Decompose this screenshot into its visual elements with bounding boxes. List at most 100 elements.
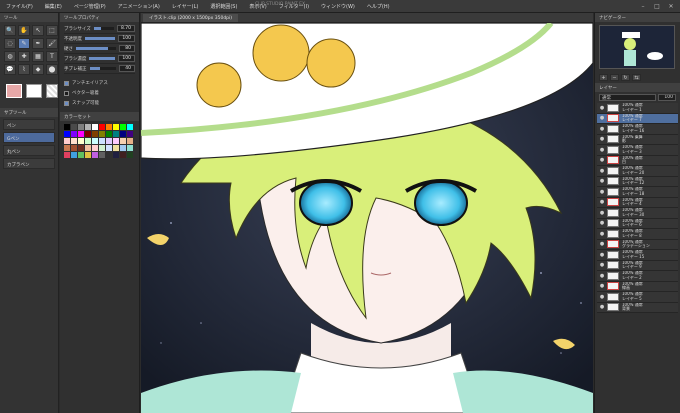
visibility-eye-icon[interactable]: ● bbox=[599, 178, 605, 184]
property-slider[interactable] bbox=[76, 47, 116, 50]
layer-row[interactable]: ● 100% 通常 レイヤー 15 bbox=[597, 250, 678, 261]
close-icon[interactable]: ✕ bbox=[666, 2, 676, 10]
property-value[interactable]: 8.70 bbox=[116, 25, 135, 32]
color-swatch[interactable] bbox=[71, 131, 77, 137]
menu-item[interactable]: ページ管理(P) bbox=[68, 3, 112, 10]
tool-button[interactable]: ✚ bbox=[18, 51, 30, 62]
color-swatch[interactable] bbox=[113, 152, 119, 158]
tool-button[interactable]: ▦ bbox=[32, 51, 44, 62]
color-swatch[interactable] bbox=[106, 138, 112, 144]
color-swatch[interactable] bbox=[92, 124, 98, 130]
color-swatch[interactable] bbox=[127, 138, 133, 144]
tool-button[interactable]: 🖌 bbox=[46, 38, 58, 49]
subtool-item[interactable]: Gペン bbox=[3, 132, 55, 143]
tool-button[interactable]: ◆ bbox=[32, 64, 44, 75]
checkbox-icon[interactable] bbox=[64, 90, 69, 96]
color-swatch[interactable] bbox=[113, 131, 119, 137]
tool-button[interactable]: ◍ bbox=[4, 51, 16, 62]
color-swatch[interactable] bbox=[85, 138, 91, 144]
tool-button[interactable]: 💬 bbox=[4, 64, 16, 75]
color-swatch[interactable] bbox=[78, 131, 84, 137]
tool-button[interactable]: ↖ bbox=[32, 25, 44, 36]
layer-row[interactable]: ● 100% 乗算影 bbox=[597, 134, 678, 145]
color-swatch[interactable] bbox=[120, 124, 126, 130]
property-value[interactable]: 80 bbox=[119, 45, 135, 52]
property-checkbox[interactable]: スナップ可能 bbox=[64, 98, 135, 108]
visibility-eye-icon[interactable]: ● bbox=[599, 199, 605, 205]
color-swatch[interactable] bbox=[92, 138, 98, 144]
subtool-item[interactable]: 丸ペン bbox=[3, 145, 55, 156]
visibility-eye-icon[interactable]: ● bbox=[599, 231, 605, 237]
color-swatch[interactable] bbox=[120, 145, 126, 151]
visibility-eye-icon[interactable]: ● bbox=[599, 283, 605, 289]
tool-button[interactable]: ✎ bbox=[18, 38, 30, 49]
visibility-eye-icon[interactable]: ● bbox=[599, 262, 605, 268]
property-slider[interactable] bbox=[85, 37, 116, 40]
visibility-eye-icon[interactable]: ● bbox=[599, 147, 605, 153]
color-swatch[interactable] bbox=[85, 145, 91, 151]
layer-row[interactable]: ● 100% 通常 レイヤー 3 bbox=[597, 145, 678, 156]
color-swatch[interactable] bbox=[78, 124, 84, 130]
color-swatch[interactable] bbox=[71, 138, 77, 144]
layer-row[interactable]: ● 100% 通常 レイヤー 4 bbox=[597, 197, 678, 208]
menu-item[interactable]: ウィンドウ(W) bbox=[315, 3, 361, 10]
checkbox-icon[interactable] bbox=[64, 80, 69, 86]
color-swatch[interactable] bbox=[127, 124, 133, 130]
color-swatch[interactable] bbox=[106, 124, 112, 130]
color-swatch[interactable] bbox=[106, 131, 112, 137]
canvas-tab[interactable]: イラスト.clip (2000 x 1500px 350dpi) bbox=[143, 14, 239, 22]
color-swatch[interactable] bbox=[64, 145, 70, 151]
color-swatch[interactable] bbox=[99, 138, 105, 144]
color-swatch[interactable] bbox=[71, 124, 77, 130]
color-swatch[interactable] bbox=[85, 131, 91, 137]
property-checkbox[interactable]: アンチエイリアス bbox=[64, 78, 135, 88]
subtool-item[interactable]: ペン bbox=[3, 119, 55, 130]
color-swatch[interactable] bbox=[64, 124, 70, 130]
property-slider[interactable] bbox=[93, 27, 114, 30]
layer-opacity-field[interactable]: 100 bbox=[658, 94, 676, 101]
tool-button[interactable]: ⬤ bbox=[46, 64, 58, 75]
layer-row[interactable]: ● 100% 通常 グラデーション bbox=[597, 239, 678, 250]
menu-item[interactable]: ヘルプ(H) bbox=[361, 3, 396, 10]
layer-row[interactable]: ● 100% 通常 レイヤー 20 bbox=[597, 166, 678, 177]
navigator-preview[interactable] bbox=[599, 25, 675, 69]
visibility-eye-icon[interactable]: ● bbox=[599, 273, 605, 279]
layer-row[interactable]: ● 100% 通常 レイヤー 16 bbox=[597, 124, 678, 135]
visibility-eye-icon[interactable]: ● bbox=[599, 136, 605, 142]
menu-item[interactable]: 編集(E) bbox=[39, 3, 68, 10]
tool-button[interactable]: ✋ bbox=[18, 25, 30, 36]
rotate-icon[interactable]: ↻ bbox=[621, 74, 630, 81]
main-color-swatch[interactable] bbox=[6, 84, 22, 98]
sub-color-swatch[interactable] bbox=[26, 84, 42, 98]
layer-row[interactable]: ● 100% 通常 線画 bbox=[597, 281, 678, 292]
layer-row[interactable]: ● 100% 通常 レイヤー 1 bbox=[597, 103, 678, 114]
drawing-canvas[interactable] bbox=[141, 23, 593, 413]
zoom-in-icon[interactable]: + bbox=[599, 74, 608, 81]
color-swatch[interactable] bbox=[92, 131, 98, 137]
tool-button[interactable]: ✒ bbox=[32, 38, 44, 49]
checkbox-icon[interactable] bbox=[64, 100, 69, 106]
blend-mode-select[interactable]: 通常 bbox=[599, 94, 656, 101]
menu-item[interactable]: 選択範囲(S) bbox=[204, 3, 243, 10]
color-swatch[interactable] bbox=[120, 138, 126, 144]
color-swatch[interactable] bbox=[85, 152, 91, 158]
layer-row[interactable]: ● 100% 通常 レイヤー 9 bbox=[597, 260, 678, 271]
property-value[interactable]: 100 bbox=[118, 35, 135, 42]
property-value[interactable]: 100 bbox=[118, 55, 135, 62]
color-swatch[interactable] bbox=[113, 138, 119, 144]
color-swatch[interactable] bbox=[120, 131, 126, 137]
tool-button[interactable]: T bbox=[46, 51, 58, 62]
property-slider[interactable] bbox=[89, 57, 116, 60]
layer-row[interactable]: ● 100% 通常 レイヤー 2 bbox=[597, 271, 678, 282]
color-swatch[interactable] bbox=[71, 152, 77, 158]
property-slider[interactable] bbox=[89, 67, 116, 70]
color-swatch[interactable] bbox=[71, 145, 77, 151]
visibility-eye-icon[interactable]: ● bbox=[599, 294, 605, 300]
visibility-eye-icon[interactable]: ● bbox=[599, 210, 605, 216]
property-value[interactable]: 40 bbox=[119, 65, 135, 72]
color-swatch[interactable] bbox=[92, 145, 98, 151]
tool-button[interactable]: ⬚ bbox=[46, 25, 58, 36]
layer-row[interactable]: ● 100% 通常 背景 bbox=[597, 302, 678, 313]
visibility-eye-icon[interactable]: ● bbox=[599, 189, 605, 195]
visibility-eye-icon[interactable]: ● bbox=[599, 220, 605, 226]
